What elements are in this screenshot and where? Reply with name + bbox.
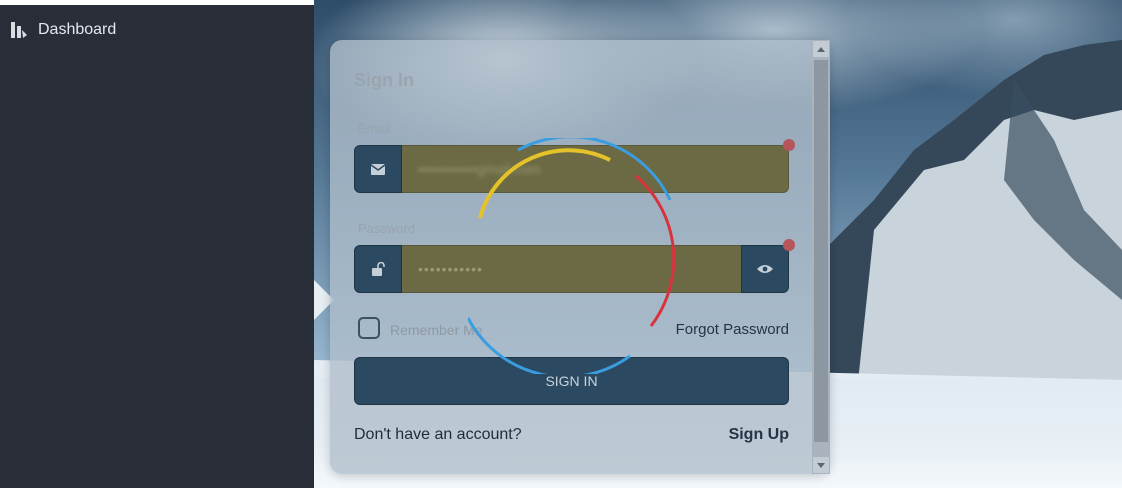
scrollbar[interactable] — [812, 40, 830, 474]
scroll-thumb[interactable] — [814, 60, 828, 442]
sidebar: Dashboard — [0, 5, 314, 488]
forgot-password-link[interactable]: Forgot Password — [676, 321, 789, 338]
required-indicator — [783, 239, 795, 251]
no-account-text: Don't have an account? — [354, 426, 522, 443]
password-label: Password — [358, 221, 416, 236]
loading-spinner-icon — [468, 138, 676, 374]
scroll-down-button[interactable] — [813, 457, 829, 473]
email-label: Email — [358, 121, 391, 136]
dashboard-icon — [10, 21, 28, 39]
scroll-up-button[interactable] — [813, 41, 829, 57]
page-title: Sign In — [354, 70, 414, 90]
required-indicator — [783, 139, 795, 151]
sidebar-item-label: Dashboard — [38, 21, 117, 38]
sign-up-link[interactable]: Sign Up — [729, 426, 789, 444]
eye-icon[interactable] — [741, 245, 789, 293]
chevron-up-icon — [817, 46, 825, 52]
envelope-icon — [354, 145, 402, 193]
chevron-down-icon — [817, 462, 825, 468]
remember-me-checkbox[interactable] — [358, 317, 380, 339]
unlock-icon — [354, 245, 402, 293]
sidebar-item-dashboard[interactable]: Dashboard — [0, 5, 314, 55]
